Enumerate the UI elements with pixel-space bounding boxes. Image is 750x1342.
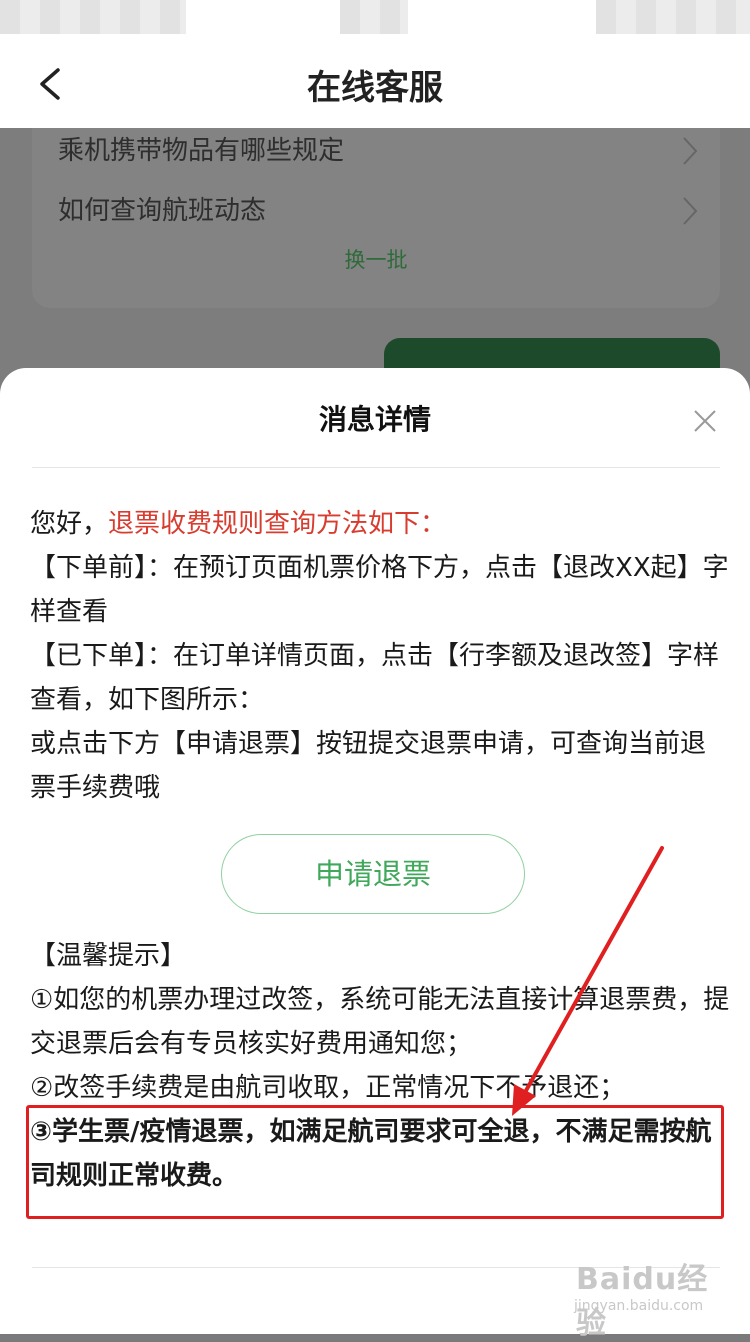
annotation-arrow-icon — [512, 846, 664, 1116]
watermark-url: jingyan.baidu.com — [574, 1298, 704, 1314]
watermark: Baidu经验 jingyan.baidu.com — [574, 1250, 714, 1341]
